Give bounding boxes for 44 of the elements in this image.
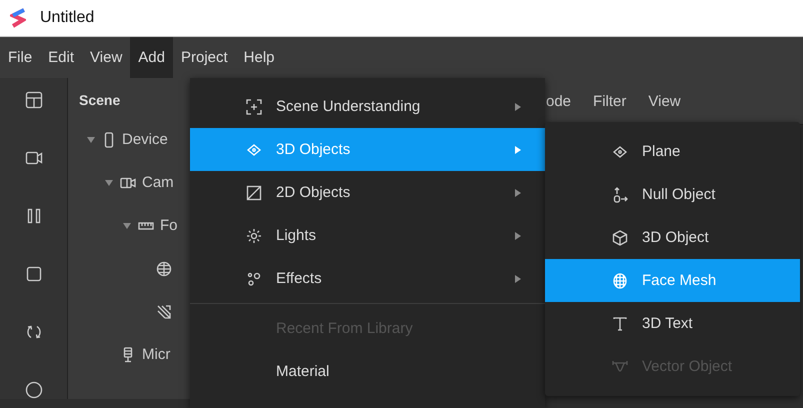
menu-item[interactable]: 3D Text [545, 302, 800, 345]
square-icon[interactable] [24, 265, 42, 283]
toolbar-menu[interactable]: View [648, 92, 681, 110]
toolbar-menu[interactable]: ode [546, 92, 572, 110]
menu-item[interactable]: View [82, 37, 130, 78]
menu-item[interactable]: Edit [40, 37, 82, 78]
tree-item-label[interactable]: Micr [142, 346, 170, 363]
rotate-arrows-icon[interactable] [24, 323, 42, 341]
menu-item[interactable]: 3D Object [545, 216, 800, 259]
curve-icon [612, 358, 628, 374]
tree-item-label[interactable]: Device [122, 131, 168, 148]
menu-item[interactable]: File [0, 37, 40, 78]
menu-item[interactable]: Project [172, 37, 236, 78]
expand-arrow-icon[interactable] [86, 134, 96, 144]
slashed-square-icon [246, 184, 262, 200]
axis-arrows-icon [612, 186, 628, 202]
tree-item-label[interactable]: Fo [160, 217, 178, 234]
tree-item-label[interactable]: Cam [142, 174, 174, 191]
app-logo-icon [10, 8, 26, 28]
diamond-icon [612, 144, 628, 160]
letter-t-icon [612, 316, 628, 332]
menu-item[interactable]: Add [130, 37, 173, 78]
sun-icon [246, 228, 262, 244]
bracket-plus-icon [246, 98, 262, 114]
circle-icon[interactable] [24, 381, 42, 399]
panel-title: Scene [78, 91, 122, 110]
menu-item[interactable]: Lights [190, 214, 545, 257]
mesh-globe-icon [612, 272, 628, 288]
window-title: Untitled [40, 9, 94, 27]
cube-icon [612, 230, 628, 246]
circles-icon [246, 270, 262, 286]
menu-item[interactable]: 2D Objects [190, 171, 545, 214]
menu-item[interactable]: Null Object [545, 173, 800, 216]
menu-item[interactable]: Help [236, 37, 283, 78]
expand-arrow-icon[interactable] [104, 178, 114, 188]
toolbar-menu[interactable]: Filter [593, 92, 626, 110]
menu-item[interactable]: Scene Understanding [190, 85, 545, 128]
menu-item[interactable]: Plane [545, 130, 800, 173]
menu-item[interactable]: Effects [190, 257, 545, 300]
camera-icon[interactable] [24, 149, 42, 167]
expand-arrow-icon[interactable] [122, 220, 132, 230]
menu-item[interactable]: Material [190, 350, 545, 393]
diamond-icon [246, 142, 262, 158]
layout-icon[interactable] [24, 91, 42, 109]
